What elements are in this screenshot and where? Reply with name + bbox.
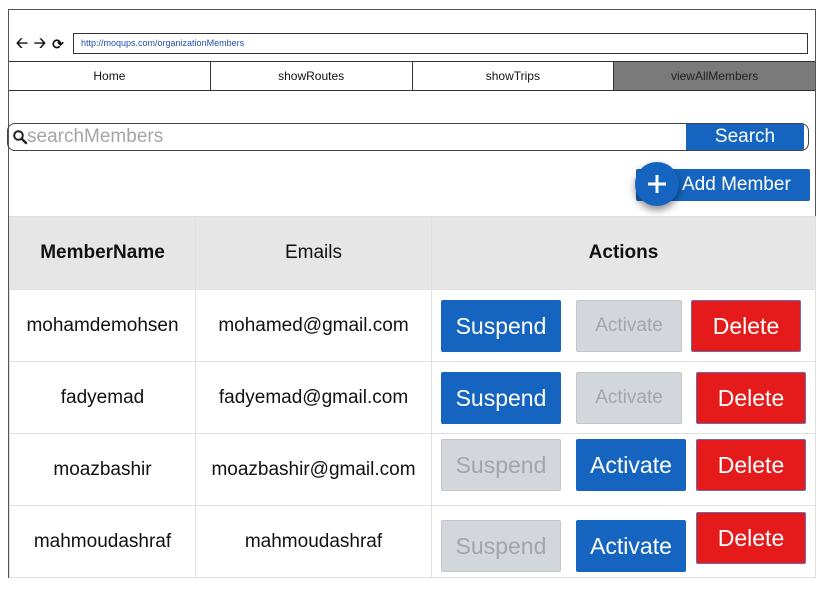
browser-toolbar: 🡠 🡢 ⟳ http://moqups.com/organizationMemb… (9, 10, 815, 60)
search-input[interactable] (27, 124, 687, 150)
suspend-button[interactable]: Suspend (441, 372, 561, 424)
member-email-cell: mohamed@gmail.com (195, 289, 432, 362)
members-table: MemberName Emails Actions mohamdemohsen … (9, 216, 816, 578)
member-name-cell: moazbashir (9, 433, 196, 506)
table-row: moazbashir moazbashir@gmail.com Suspend … (9, 433, 816, 506)
column-header-emails: Emails (195, 216, 432, 290)
actions-cell: Suspend Activate Delete (431, 289, 816, 362)
suspend-button[interactable]: Suspend (441, 439, 561, 491)
column-header-actions: Actions (431, 216, 816, 290)
forward-arrow-icon[interactable]: 🡢 (33, 36, 47, 52)
member-name-cell: mohamdemohsen (9, 289, 196, 362)
activate-button[interactable]: Activate (576, 439, 686, 491)
table-row: mohamdemohsen mohamed@gmail.com Suspend … (9, 289, 816, 362)
tab-view-all-members[interactable]: viewAllMembers (614, 62, 815, 90)
address-bar[interactable]: http://moqups.com/organizationMembers (73, 33, 808, 54)
suspend-button[interactable]: Suspend (441, 300, 561, 352)
browser-window: 🡠 🡢 ⟳ http://moqups.com/organizationMemb… (7, 9, 816, 578)
search-bar: Search (7, 123, 809, 151)
search-icon (13, 130, 28, 145)
member-email-cell: mahmoudashraf (195, 505, 432, 578)
actions-cell: Suspend Activate Delete (431, 433, 816, 506)
add-member-fab[interactable] (635, 162, 679, 206)
reload-icon[interactable]: ⟳ (51, 36, 65, 52)
table-header-row: MemberName Emails Actions (9, 216, 816, 290)
back-arrow-icon[interactable]: 🡠 (15, 36, 29, 52)
member-email-cell: moazbashir@gmail.com (195, 433, 432, 506)
column-header-member-name: MemberName (9, 216, 196, 290)
member-name-cell: fadyemad (9, 361, 196, 434)
tab-home[interactable]: Home (9, 62, 211, 90)
suspend-button[interactable]: Suspend (441, 520, 561, 572)
delete-button[interactable]: Delete (696, 439, 806, 491)
search-button[interactable]: Search (686, 124, 804, 150)
activate-button[interactable]: Activate (576, 520, 686, 572)
activate-button[interactable]: Activate (576, 372, 682, 424)
delete-button[interactable]: Delete (696, 372, 806, 424)
tab-show-routes[interactable]: showRoutes (210, 62, 413, 90)
top-nav: Home showRoutes showTrips viewAllMembers (9, 61, 815, 91)
delete-button[interactable]: Delete (696, 512, 806, 564)
tab-show-trips[interactable]: showTrips (412, 62, 615, 90)
table-row: mahmoudashraf mahmoudashraf Suspend Acti… (9, 505, 816, 578)
table-row: fadyemad fadyemad@gmail.com Suspend Acti… (9, 361, 816, 434)
delete-button[interactable]: Delete (691, 300, 801, 352)
actions-cell: Suspend Activate Delete (431, 505, 816, 578)
browser-nav-buttons: 🡠 🡢 ⟳ (15, 36, 65, 53)
activate-button[interactable]: Activate (576, 300, 682, 352)
member-email-cell: fadyemad@gmail.com (195, 361, 432, 434)
plus-icon (648, 175, 666, 193)
actions-cell: Suspend Activate Delete (431, 361, 816, 434)
member-name-cell: mahmoudashraf (9, 505, 196, 578)
